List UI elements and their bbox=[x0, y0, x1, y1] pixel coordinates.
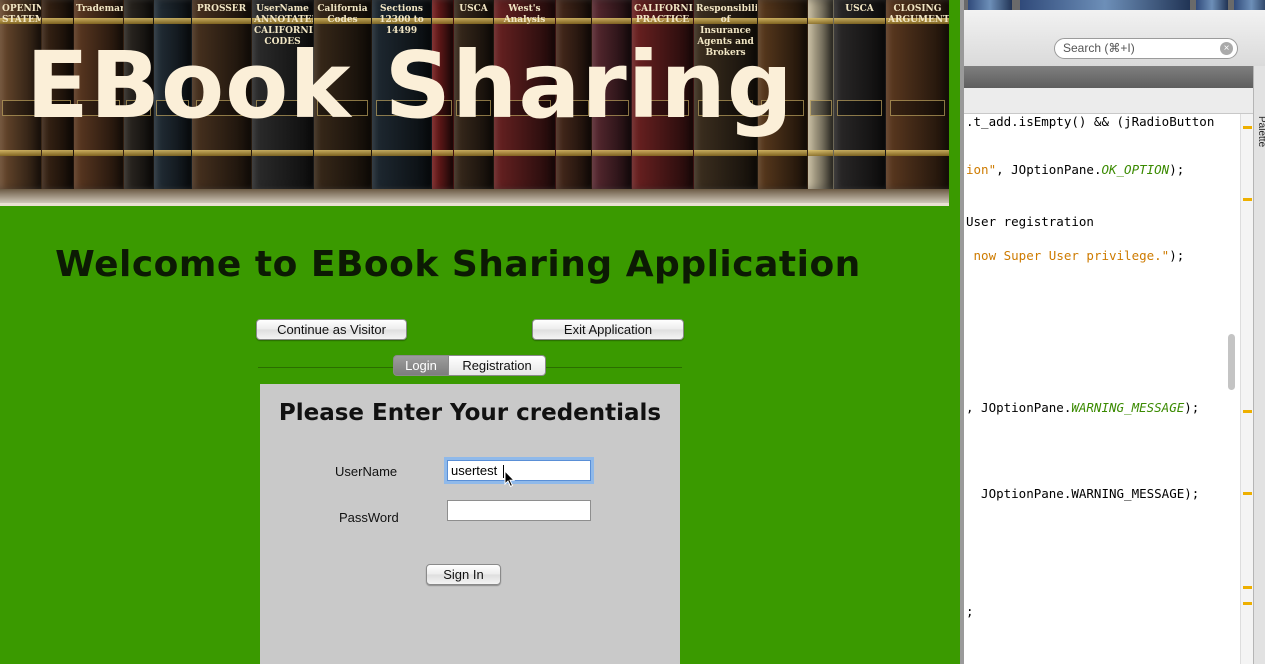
palette-label: Palette bbox=[1256, 116, 1265, 148]
spine-band bbox=[432, 150, 453, 156]
spine-band bbox=[758, 150, 807, 156]
stripe-mark bbox=[1243, 126, 1252, 129]
spine-band bbox=[42, 18, 73, 24]
spine-band bbox=[556, 18, 591, 24]
sign-in-button[interactable]: Sign In bbox=[426, 564, 501, 585]
desktop-thumbnails bbox=[964, 0, 1265, 10]
thumbnail bbox=[1196, 0, 1228, 10]
thumbnail bbox=[1020, 0, 1190, 10]
stripe-mark bbox=[1243, 198, 1252, 201]
book-spine: USCA bbox=[834, 0, 886, 189]
spine-band bbox=[592, 150, 631, 156]
banner-title: EBook Sharing bbox=[26, 32, 794, 139]
ide-editor-tabbar bbox=[964, 66, 1265, 88]
welcome-heading: Welcome to EBook Sharing Application bbox=[55, 244, 861, 285]
spine-title: California Codes bbox=[317, 4, 368, 25]
stripe-mark bbox=[1243, 492, 1252, 495]
spine-title: USCA bbox=[459, 4, 488, 14]
spine-plate bbox=[889, 100, 946, 116]
spine-band bbox=[494, 150, 555, 156]
ide-toolbar: Search (⌘+I) × bbox=[964, 10, 1265, 66]
password-field[interactable] bbox=[447, 500, 591, 521]
exit-application-button[interactable]: Exit Application bbox=[532, 319, 684, 340]
continue-as-visitor-button[interactable]: Continue as Visitor bbox=[256, 319, 407, 340]
spine-band bbox=[432, 18, 453, 24]
error-stripe bbox=[1240, 114, 1253, 664]
tab-registration[interactable]: Registration bbox=[449, 355, 546, 376]
spine-band bbox=[694, 150, 757, 156]
username-label: UserName bbox=[335, 464, 398, 479]
mouse-pointer-icon bbox=[504, 470, 516, 488]
ide-editor-subbar bbox=[964, 88, 1265, 114]
spine-title: OPENING STATEMENTS bbox=[2, 4, 41, 25]
spine-band bbox=[74, 18, 123, 24]
spine-band bbox=[42, 150, 73, 156]
stripe-mark bbox=[1243, 586, 1252, 589]
spine-band bbox=[758, 18, 807, 24]
spine-band bbox=[124, 18, 153, 24]
ide-search-placeholder: Search (⌘+I) bbox=[1063, 41, 1135, 55]
tab-login[interactable]: Login bbox=[393, 355, 449, 376]
code-line: ion", JOptionPane.OK_OPTION); bbox=[966, 162, 1185, 177]
spine-band bbox=[124, 150, 153, 156]
spine-band bbox=[886, 150, 949, 156]
code-line: ; bbox=[966, 604, 974, 619]
spine-title: USCA bbox=[845, 4, 874, 14]
spine-title: CLOSING ARGUMENT bbox=[888, 4, 949, 25]
password-label: PassWord bbox=[339, 510, 399, 525]
code-line: User registration bbox=[966, 214, 1094, 229]
spine-band bbox=[154, 150, 191, 156]
spine-title: West's Analysis bbox=[503, 4, 546, 25]
thumbnail bbox=[1234, 0, 1265, 10]
thumbnail bbox=[968, 0, 1012, 10]
spine-band bbox=[192, 18, 251, 24]
username-field[interactable]: usertest bbox=[447, 460, 591, 481]
book-spine bbox=[808, 0, 834, 189]
login-panel-title: Please Enter Your credentials bbox=[278, 400, 662, 426]
code-line: now Super User privilege."); bbox=[973, 248, 1185, 263]
screen: OPENING STATEMENTS Trademarks PROSSER UserN… bbox=[0, 0, 1265, 664]
tab-bar: Login Registration bbox=[393, 355, 546, 376]
spine-band bbox=[454, 150, 493, 156]
login-panel: Please Enter Your credentials UserName u… bbox=[260, 384, 680, 664]
palette-panel[interactable]: Palette bbox=[1253, 66, 1265, 664]
spine-band bbox=[0, 150, 41, 156]
spine-band bbox=[556, 150, 591, 156]
stripe-mark bbox=[1243, 410, 1252, 413]
code-line: JOptionPane.WARNING_MESSAGE); bbox=[966, 486, 1200, 501]
spine-title: Trademarks bbox=[76, 4, 123, 14]
book-spine: CLOSING ARGUMENT bbox=[886, 0, 949, 189]
spine-plate bbox=[837, 100, 882, 116]
spine-title: CALIFORNIA PRACTICE bbox=[634, 4, 694, 25]
spine-band bbox=[252, 150, 313, 156]
spine-band bbox=[808, 18, 833, 24]
bookshelf-banner: OPENING STATEMENTSTrademarksPROSSERUserN… bbox=[0, 0, 949, 206]
spine-band bbox=[74, 150, 123, 156]
spine-plate bbox=[809, 100, 832, 116]
ebook-app-window: OPENING STATEMENTS Trademarks PROSSER UserN… bbox=[0, 0, 960, 664]
code-editor[interactable]: .t_add.isEmpty() && (jRadioButton ion", J… bbox=[964, 114, 1244, 664]
editor-scrollbar-thumb[interactable] bbox=[1228, 334, 1235, 390]
spine-band bbox=[632, 150, 693, 156]
spine-band bbox=[454, 18, 493, 24]
ide-search-input[interactable]: Search (⌘+I) × bbox=[1054, 38, 1238, 59]
spine-band bbox=[154, 18, 191, 24]
spine-title: PROSSER bbox=[196, 4, 247, 14]
spine-band bbox=[592, 18, 631, 24]
ide-window: Search (⌘+I) × .t_add.isEmpty() && (jRad… bbox=[960, 0, 1265, 664]
spine-band bbox=[808, 150, 833, 156]
stripe-mark bbox=[1243, 602, 1252, 605]
spine-band bbox=[314, 150, 371, 156]
spine-band bbox=[192, 150, 251, 156]
code-line: , JOptionPane.WARNING_MESSAGE); bbox=[966, 400, 1200, 415]
shelf-edge bbox=[0, 189, 949, 203]
code-line: .t_add.isEmpty() && (jRadioButton bbox=[966, 114, 1215, 129]
spine-band bbox=[834, 150, 885, 156]
clear-search-icon[interactable]: × bbox=[1220, 42, 1233, 55]
spine-band bbox=[372, 150, 431, 156]
spine-band bbox=[834, 18, 885, 24]
